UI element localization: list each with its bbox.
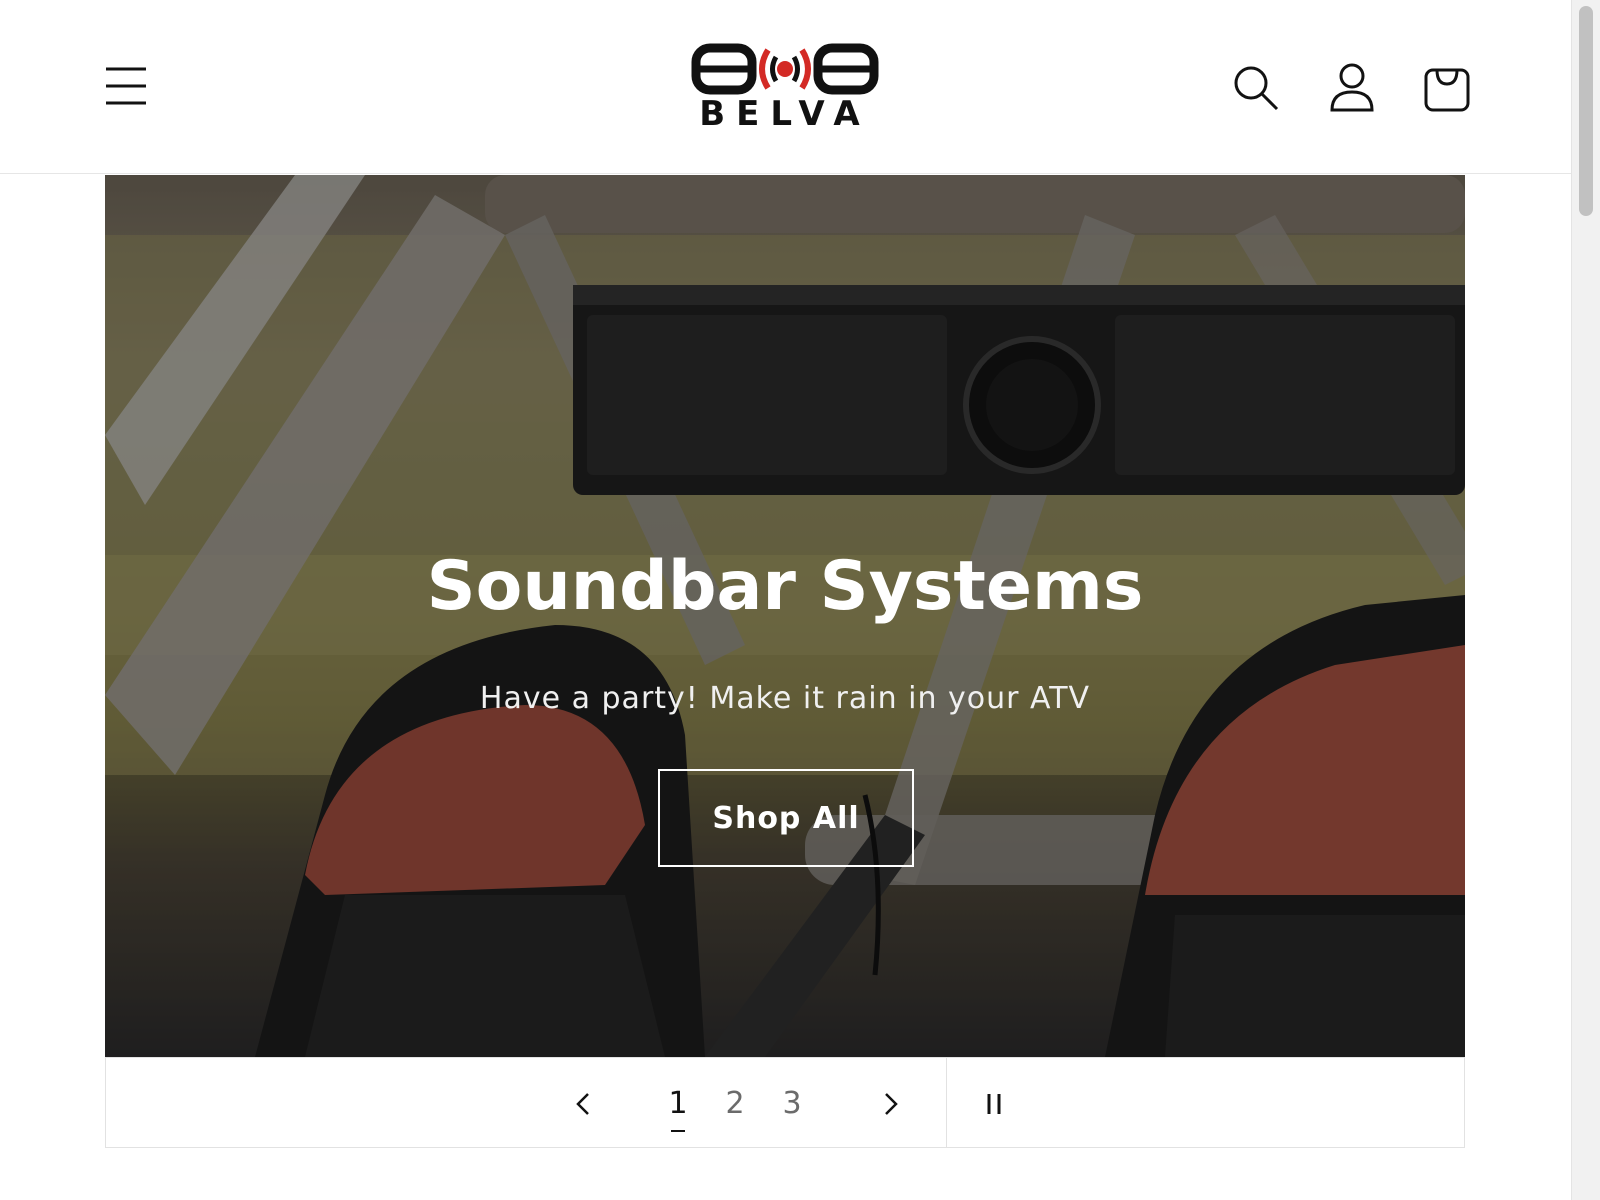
next-slide-button[interactable] bbox=[872, 1086, 908, 1122]
search-icon bbox=[1234, 66, 1279, 111]
account-icon bbox=[1330, 63, 1374, 112]
slide-dot-3[interactable]: 3 bbox=[772, 1082, 812, 1126]
cart-icon bbox=[1424, 68, 1470, 112]
pause-slideshow-button[interactable] bbox=[976, 1086, 1012, 1122]
belva-logo-mark bbox=[691, 43, 879, 95]
chevron-left-icon bbox=[576, 1093, 589, 1115]
site-logo[interactable]: BELVA bbox=[690, 40, 880, 134]
logo-wordmark: BELVA bbox=[699, 94, 871, 134]
slide-dot-2[interactable]: 2 bbox=[715, 1082, 755, 1126]
hero-subtitle: Have a party! Make it rain in your ATV bbox=[479, 681, 1091, 716]
account-button[interactable] bbox=[1326, 60, 1378, 116]
hamburger-menu-icon bbox=[106, 67, 146, 105]
shop-all-button[interactable]: Shop All bbox=[658, 769, 914, 867]
site-header: BELVA bbox=[0, 0, 1571, 174]
hero-title: Soundbar Systems bbox=[426, 547, 1144, 626]
slide-dot-1[interactable]: 1 bbox=[658, 1082, 698, 1132]
controls-divider bbox=[946, 1058, 947, 1147]
scrollbar-thumb[interactable] bbox=[1579, 6, 1593, 216]
search-button[interactable] bbox=[1230, 62, 1282, 114]
cart-button[interactable] bbox=[1419, 58, 1475, 116]
chevron-right-icon bbox=[885, 1093, 898, 1115]
pause-icon bbox=[987, 1094, 1001, 1114]
menu-button[interactable] bbox=[100, 62, 152, 110]
slideshow-controls: 1 2 3 bbox=[105, 1057, 1465, 1148]
previous-slide-button[interactable] bbox=[566, 1086, 602, 1122]
hero-banner: Soundbar Systems Have a party! Make it r… bbox=[105, 175, 1465, 1057]
